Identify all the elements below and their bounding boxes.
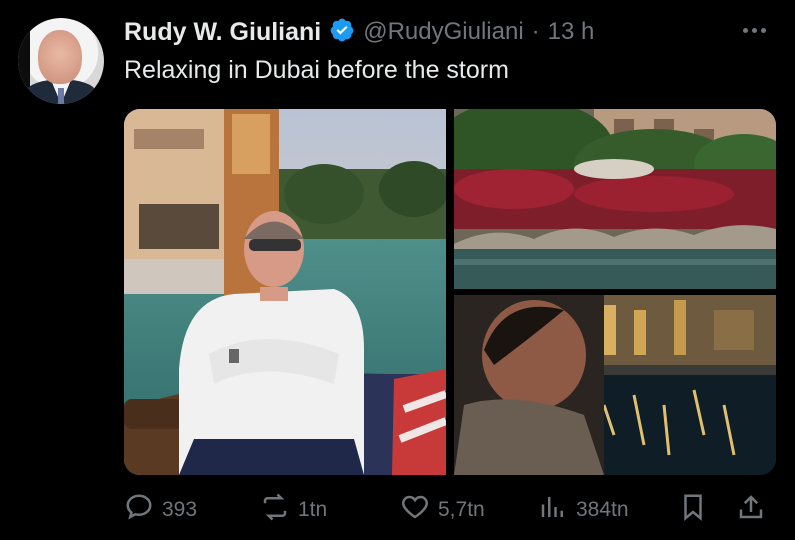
views-button[interactable]: 384tn bbox=[538, 490, 629, 530]
like-icon bbox=[400, 492, 430, 528]
views-count: 384tn bbox=[576, 498, 629, 521]
author-handle[interactable]: @RudyGiuliani bbox=[363, 18, 523, 46]
post-header: Rudy W. Giuliani @RudyGiuliani · 13 h bbox=[124, 14, 594, 50]
reply-count: 393 bbox=[162, 498, 198, 521]
verified-badge-icon bbox=[329, 17, 355, 48]
reply-button[interactable]: 393 bbox=[124, 490, 197, 530]
photo-man-on-boat[interactable] bbox=[124, 109, 446, 475]
repost-icon bbox=[260, 492, 290, 528]
like-count: 5,7tn bbox=[438, 498, 485, 521]
repost-count: 1tn bbox=[298, 498, 328, 521]
bookmark-icon bbox=[678, 492, 708, 528]
post-time[interactable]: 13 h bbox=[548, 18, 595, 46]
avatar[interactable] bbox=[18, 18, 104, 104]
photo-canal-flowers[interactable] bbox=[454, 109, 776, 289]
views-icon bbox=[538, 492, 568, 528]
action-bar: 393 1tn 5,7tn 384tn bbox=[124, 490, 776, 530]
bookmark-button[interactable] bbox=[678, 490, 708, 530]
post-text: Relaxing in Dubai before the storm bbox=[124, 56, 509, 84]
more-icon[interactable] bbox=[743, 20, 773, 40]
share-icon bbox=[736, 492, 766, 528]
separator-dot: · bbox=[531, 18, 540, 45]
media-grid bbox=[124, 109, 776, 475]
author-name[interactable]: Rudy W. Giuliani bbox=[124, 18, 321, 47]
repost-button[interactable]: 1tn bbox=[260, 490, 327, 530]
share-button[interactable] bbox=[736, 490, 766, 530]
like-button[interactable]: 5,7tn bbox=[400, 490, 485, 530]
reply-icon bbox=[124, 492, 154, 528]
photo-night-canal[interactable] bbox=[454, 295, 776, 475]
